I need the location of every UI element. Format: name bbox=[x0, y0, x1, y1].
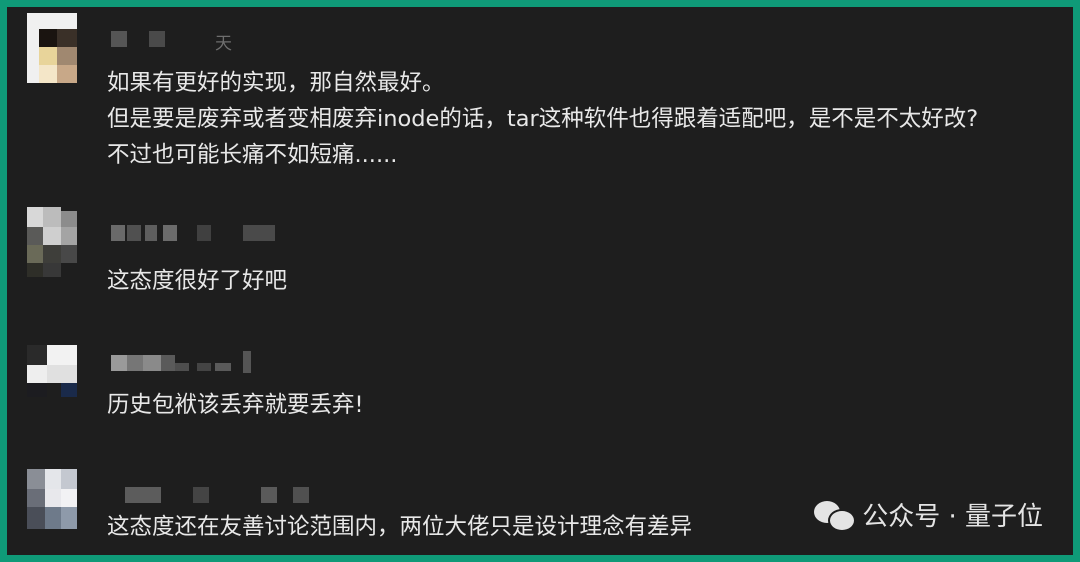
comment-text: 历史包袱该丢弃就要丢弃! bbox=[107, 387, 364, 423]
comment-screenshot: 天 如果有更好的实现，那自然最好。 但是要是废弃或者变相废弃inode的话，ta… bbox=[0, 0, 1080, 562]
watermark: 公众号 · 量子位 bbox=[814, 496, 1043, 533]
comment-line: 不过也可能长痛不如短痛...... bbox=[107, 142, 398, 168]
avatar[interactable] bbox=[27, 337, 77, 407]
wechat-icon bbox=[814, 499, 857, 532]
username-label: 天 bbox=[215, 34, 232, 54]
username-blurred bbox=[111, 225, 311, 247]
comment-line: 如果有更好的实现，那自然最好。 bbox=[107, 70, 445, 96]
watermark-text: 公众号 · 量子位 bbox=[862, 502, 1043, 532]
username-blurred bbox=[111, 487, 311, 509]
avatar[interactable] bbox=[27, 207, 77, 277]
comment-text: 这态度很好了好吧 bbox=[107, 263, 287, 299]
comment-line: 这态度很好了好吧 bbox=[107, 268, 288, 294]
avatar[interactable] bbox=[27, 13, 77, 83]
comment-line: 历史包袱该丢弃就要丢弃! bbox=[107, 392, 364, 418]
username-blurred bbox=[111, 351, 311, 377]
avatar[interactable] bbox=[27, 469, 77, 539]
username-blurred: 天 bbox=[111, 31, 311, 54]
comment-line: 但是要是废弃或者变相废弃inode的话，tar这种软件也得跟着适配吧，是不是不太… bbox=[107, 106, 979, 132]
comment-text: 这态度还在友善讨论范围内，两位大佬只是设计理念有差异 bbox=[107, 509, 692, 545]
comment-line: 这态度还在友善讨论范围内，两位大佬只是设计理念有差异 bbox=[107, 514, 693, 540]
comment-text: 如果有更好的实现，那自然最好。 但是要是废弃或者变相废弃inode的话，tar这… bbox=[107, 65, 978, 173]
